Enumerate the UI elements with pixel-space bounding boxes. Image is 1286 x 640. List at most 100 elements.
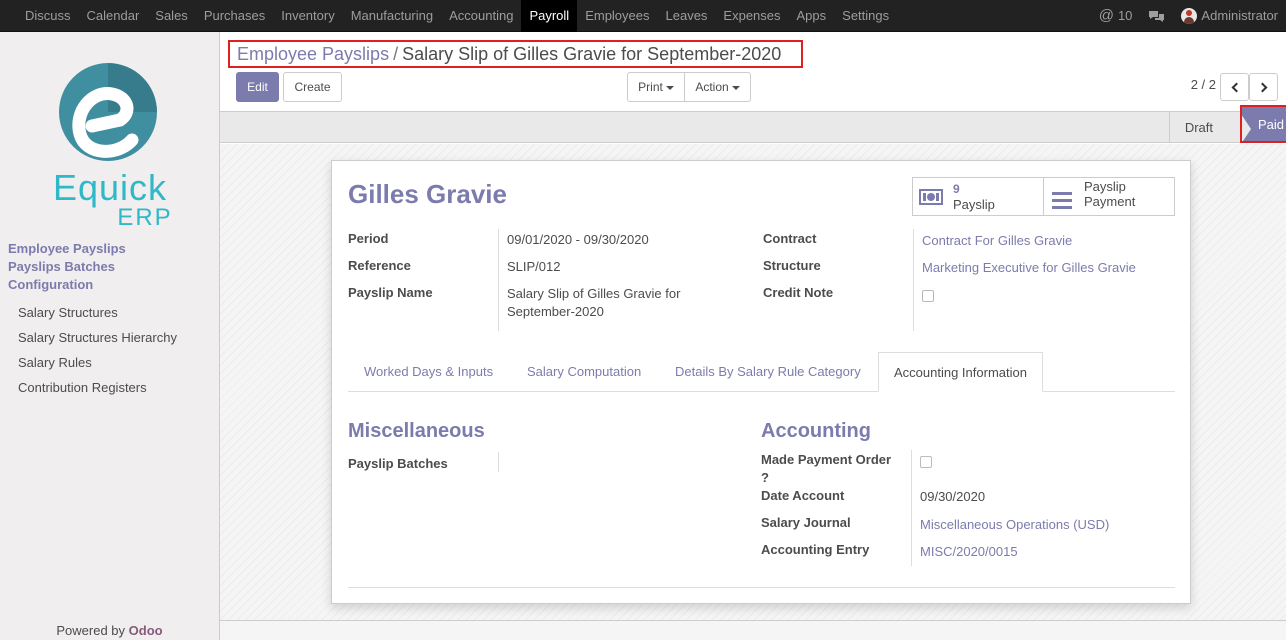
structure-link[interactable]: Marketing Executive for Gilles Gravie [922, 260, 1136, 275]
tab-accounting-information[interactable]: Accounting Information [878, 352, 1043, 392]
control-panel: Employee Payslips / Salary Slip of Gilles … [220, 32, 1286, 112]
made-payment-order-label-line2: ? [761, 470, 769, 485]
logo-mark-icon: Equick ERP [53, 63, 171, 231]
sidebar-config-items: Salary Structures Salary Structures Hier… [18, 300, 177, 400]
payslip-name-value-line1[interactable]: Salary Slip of Gilles Gravie for [507, 285, 680, 303]
money-icon [919, 189, 943, 205]
sheet-divider [348, 587, 1175, 588]
tab-salary-computation[interactable]: Salary Computation [527, 352, 641, 392]
breadcrumb: Employee Payslips / Salary Slip of Gilles … [228, 40, 803, 68]
app-menu: Discuss Calendar Sales Purchases Invento… [17, 0, 897, 32]
payslip-batches-label: Payslip Batches [348, 456, 448, 471]
form-sheet: Gilles Gravie 9 Payslip Payslip Payment … [331, 160, 1191, 604]
odoo-link[interactable]: Odoo [129, 623, 163, 638]
reference-value[interactable]: SLIP/012 [507, 258, 561, 276]
avatar [1181, 8, 1198, 24]
breadcrumb-separator: / [393, 44, 399, 64]
date-account-value[interactable]: 09/30/2020 [920, 488, 985, 506]
company-logo: Equick ERP [40, 60, 180, 231]
caret-down-icon [731, 85, 740, 90]
date-account-label: Date Account [761, 488, 845, 503]
payslip-smart-button[interactable]: 9 Payslip [912, 177, 1044, 216]
user-menu[interactable]: Administrator [1173, 0, 1286, 32]
mentions-count: 10 [1117, 8, 1133, 23]
menu-manufacturing[interactable]: Manufacturing [343, 0, 441, 32]
form-view: Gilles Gravie 9 Payslip Payslip Payment … [220, 144, 1286, 640]
payment-smart-label-line2: Payment [1084, 194, 1136, 209]
action-dropdown[interactable]: Action [684, 72, 751, 102]
print-dropdown[interactable]: Print [627, 72, 685, 102]
sidebar-item-salary-structures-hierarchy[interactable]: Salary Structures Hierarchy [18, 325, 177, 350]
payslip-smart-label: Payslip [953, 197, 995, 212]
structure-label: Structure [763, 258, 821, 273]
powered-by-label: Powered by [56, 623, 126, 638]
salary-journal-label: Salary Journal [761, 515, 851, 530]
miscellaneous-section-title: Miscellaneous [348, 420, 485, 442]
chatter-edge [220, 620, 1286, 640]
sidebar-item-payslips-batches[interactable]: Payslips Batches [8, 258, 126, 276]
chevron-right-icon [1257, 82, 1267, 92]
field-divider [911, 450, 912, 566]
salary-journal-link[interactable]: Miscellaneous Operations (USD) [920, 517, 1109, 532]
caret-down-icon [665, 85, 674, 90]
chevron-left-icon [1231, 82, 1241, 92]
sidebar-sections: Employee Payslips Payslips Batches Confi… [8, 240, 126, 294]
action-label: Action [695, 80, 729, 94]
mentions-indicator[interactable]: @ 10 [1091, 0, 1141, 32]
menu-expenses[interactable]: Expenses [715, 0, 788, 32]
messaging-menu[interactable] [1140, 10, 1173, 23]
user-name: Administrator [1201, 8, 1278, 23]
menu-calendar[interactable]: Calendar [79, 0, 148, 32]
pager-next-button[interactable] [1249, 73, 1278, 101]
systray: @ 10 Administrator [1091, 0, 1286, 32]
payment-smart-label-line1: Payslip [1084, 179, 1126, 194]
sidebar-item-employee-payslips[interactable]: Employee Payslips [8, 240, 126, 258]
print-label: Print [638, 80, 663, 94]
stage-draft[interactable]: Draft [1168, 112, 1228, 143]
menu-accounting[interactable]: Accounting [441, 0, 521, 32]
menu-settings[interactable]: Settings [834, 0, 897, 32]
tab-worked-days-inputs[interactable]: Worked Days & Inputs [364, 352, 493, 392]
edit-button[interactable]: Edit [236, 72, 279, 102]
menu-discuss[interactable]: Discuss [17, 0, 79, 32]
statusbar: Draft Paid [220, 105, 1286, 143]
sidebar-item-salary-rules[interactable]: Salary Rules [18, 350, 177, 375]
pager-previous-button[interactable] [1220, 73, 1249, 101]
breadcrumb-parent-link[interactable]: Employee Payslips [237, 44, 389, 64]
accounting-entry-label: Accounting Entry [761, 542, 870, 557]
credit-note-checkbox[interactable] [922, 290, 934, 302]
accounting-entry-link[interactable]: MISC/2020/0015 [920, 544, 1018, 559]
accounting-section-title: Accounting [761, 420, 871, 442]
contract-label: Contract [763, 231, 817, 246]
menu-employees[interactable]: Employees [577, 0, 657, 32]
sidebar-item-contribution-registers[interactable]: Contribution Registers [18, 375, 177, 400]
create-button[interactable]: Create [283, 72, 342, 102]
menu-inventory[interactable]: Inventory [273, 0, 342, 32]
logo-text: Equick [53, 167, 167, 208]
notebook-tabs: Worked Days & Inputs Salary Computation … [348, 352, 1175, 392]
payslip-name-value-line2[interactable]: September-2020 [507, 303, 604, 321]
sidebar: Equick ERP Employee Payslips Payslips Ba… [0, 32, 220, 640]
list-icon [1052, 192, 1072, 209]
menu-payroll[interactable]: Payroll [521, 0, 578, 32]
chat-bubbles-icon [1149, 10, 1165, 22]
menu-sales[interactable]: Sales [147, 0, 196, 32]
pager-value: 2 / 2 [1190, 77, 1216, 92]
tab-details-by-salary-rule-category[interactable]: Details By Salary Rule Category [675, 352, 861, 392]
made-payment-order-label-line1: Made Payment Order [761, 452, 892, 467]
sidebar-item-configuration[interactable]: Configuration [8, 276, 126, 294]
menu-leaves[interactable]: Leaves [658, 0, 716, 32]
contract-link[interactable]: Contract For Gilles Gravie [922, 233, 1072, 248]
payslip-count: 9 [953, 182, 960, 196]
field-divider [498, 452, 499, 472]
sidebar-item-salary-structures[interactable]: Salary Structures [18, 300, 177, 325]
stage-paid[interactable]: Paid [1240, 105, 1286, 143]
breadcrumb-current: Salary Slip of Gilles Gravie for Septemb… [402, 44, 782, 64]
period-value[interactable]: 09/01/2020 - 09/30/2020 [507, 231, 649, 249]
employee-name[interactable]: Gilles Gravie [348, 179, 507, 210]
period-label: Period [348, 231, 389, 246]
made-payment-order-checkbox[interactable] [920, 456, 932, 468]
payslip-payment-smart-button[interactable]: Payslip Payment [1043, 177, 1175, 216]
menu-apps[interactable]: Apps [789, 0, 835, 32]
menu-purchases[interactable]: Purchases [196, 0, 273, 32]
